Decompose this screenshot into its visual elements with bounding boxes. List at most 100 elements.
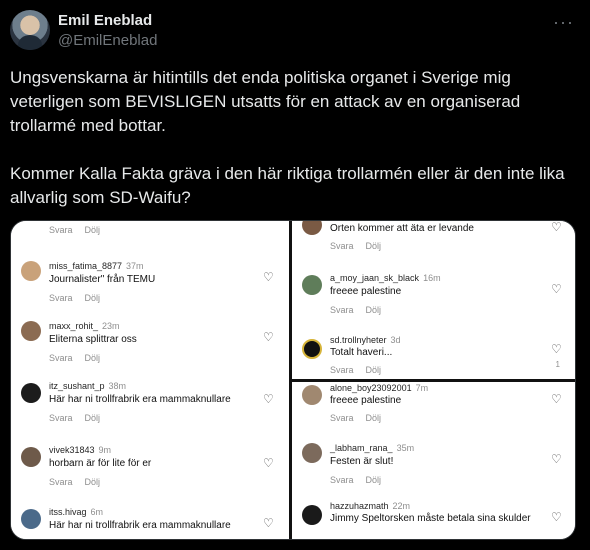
comment-username: alone_boy23092001 — [330, 383, 412, 393]
comment: maxx_rohit_ 23m Eliterna splittrar oss Sv… — [11, 319, 289, 371]
comment-username: miss_fatima_8877 — [49, 261, 123, 271]
comment-avatar — [302, 275, 322, 295]
comment-text: horbarn är för lite för er — [49, 458, 152, 469]
comment-username: vivek31843 — [49, 445, 95, 455]
comment-username: itss.hivag — [49, 507, 87, 517]
comment-text: Här har ni trollfrabrik era mammaknullar… — [49, 520, 231, 531]
comment-text: Jimmy Speltorsken måste betala sina skul… — [330, 513, 531, 524]
heart-icon: ♡ — [551, 282, 562, 296]
comment-avatar — [302, 443, 322, 463]
comment-actions: Svara Dölj — [49, 353, 100, 363]
comment-actions: Svara Dölj — [330, 413, 381, 423]
reply-button: Svara — [330, 365, 354, 375]
hide-button: Dölj — [84, 353, 101, 363]
comment-avatar — [21, 321, 41, 341]
reply-button: Svara — [330, 305, 354, 315]
comment-username: hazzuhazmath — [330, 501, 389, 511]
comment-actions: Svara Dölj — [330, 241, 381, 251]
reply-button: Svara — [49, 353, 73, 363]
hide-button: Dölj — [365, 475, 382, 485]
tweet-paragraph-2: Kommer Kalla Fakta gräva i den här rikti… — [10, 164, 565, 207]
author-name[interactable]: Emil Eneblad — [58, 12, 152, 29]
comment-actions: Svara Dölj — [330, 475, 381, 485]
comment-time: 23m — [102, 321, 120, 331]
comment-text: Orten kommer att äta er levande — [330, 223, 474, 234]
heart-icon: ♡ — [551, 392, 562, 406]
reply-button: Svara — [330, 475, 354, 485]
reply-button: Svara — [49, 477, 73, 487]
heart-icon: ♡ — [263, 456, 274, 470]
hide-button: Dölj — [365, 305, 382, 315]
comment-time: 37m — [126, 261, 144, 271]
comment-text: Totalt haveri... — [330, 347, 393, 358]
comment: Svara Dölj — [11, 221, 289, 239]
right-screenshot: Orten kommer att äta er levande Svara Döl… — [292, 221, 575, 539]
comment-avatar — [302, 385, 322, 405]
comment-avatar — [302, 505, 322, 525]
comment-time: 16m — [423, 273, 441, 283]
hide-button: Dölj — [84, 413, 101, 423]
comment: sd.trollnyheter 3d Totalt haveri... Svara… — [292, 335, 575, 379]
author-handle[interactable]: @EmilEneblad — [58, 32, 157, 49]
heart-icon: ♡ — [263, 392, 274, 406]
comment: miss_fatima_8877 37m Journalister" från T… — [11, 259, 289, 311]
comment-text: Eliterna splittrar oss — [49, 334, 137, 345]
comment-text: Journalister" från TEMU — [49, 274, 156, 285]
comment-username: _labham_rana_ — [330, 443, 393, 453]
comment-actions: Svara Dölj — [330, 305, 381, 315]
comment-text: Festen är slut! — [330, 456, 394, 467]
comment-time: 9m — [98, 445, 112, 455]
author-avatar[interactable] — [10, 10, 50, 50]
comment: vivek31843 9m horbarn är för lite för er … — [11, 443, 289, 495]
tweet-text: Ungsvenskarna är hitintills det enda pol… — [10, 66, 582, 210]
heart-icon: ♡ — [551, 510, 562, 524]
reply-button: Svara — [49, 293, 73, 303]
comment-actions: Svara Dölj — [330, 365, 381, 375]
reply-button: Svara — [49, 225, 73, 235]
comment-actions: Svara Dölj — [49, 225, 100, 235]
more-options-icon[interactable]: ··· — [553, 12, 574, 33]
comment-actions: Svara Dölj — [49, 477, 100, 487]
comment-username: maxx_rohit_ — [49, 321, 99, 331]
comment: Orten kommer att äta er levande Svara Döl… — [292, 221, 575, 255]
comment-avatar — [21, 509, 41, 529]
left-screenshot: Svara Dölj miss_fatima_8877 37m Journalist… — [11, 221, 289, 539]
comment: hazzuhazmath 22m Jimmy Speltorsken måste … — [292, 501, 575, 539]
comment-time: 38m — [108, 381, 127, 391]
heart-icon: ♡ — [263, 330, 274, 344]
comment-text: freeee palestine — [330, 395, 402, 406]
hide-button: Dölj — [365, 365, 382, 375]
hide-button: Dölj — [84, 293, 101, 303]
comment-time: 3d — [390, 335, 401, 345]
comment-avatar — [21, 383, 41, 403]
comment-avatar — [21, 447, 41, 467]
comment-username: a_moy_jaan_sk_black — [330, 273, 420, 283]
heart-icon: ♡ — [551, 342, 562, 356]
hide-button: Dölj — [365, 413, 382, 423]
heart-icon: ♡ — [263, 516, 274, 530]
comment-avatar — [302, 339, 322, 359]
heart-icon: ♡ — [263, 270, 274, 284]
tweet-media-image[interactable]: Svara Dölj miss_fatima_8877 37m Journalist… — [10, 220, 576, 540]
reply-button: Svara — [49, 413, 73, 423]
heart-icon: ♡ — [551, 452, 562, 466]
heart-icon: ♡ — [551, 221, 562, 234]
tweet-paragraph-1: Ungsvenskarna är hitintills det enda pol… — [10, 68, 521, 135]
reply-button: Svara — [330, 413, 354, 423]
hide-button: Dölj — [84, 477, 101, 487]
section-divider — [292, 379, 575, 382]
reply-button: Svara — [330, 241, 354, 251]
comment-actions: Svara Dölj — [49, 413, 100, 423]
comment-time: 35m — [396, 443, 415, 453]
comment-text: freeee palestine — [330, 286, 402, 297]
comment-avatar — [21, 261, 41, 281]
like-count: 1 — [555, 360, 560, 369]
comment: alone_boy23092001 7m freeee palestine Sva… — [292, 383, 575, 435]
hide-button: Dölj — [365, 241, 382, 251]
comment-text: Här har ni trollfrabrik era mammaknullar… — [49, 394, 231, 405]
comment: itss.hivag 6m Här har ni trollfrabrik era… — [11, 505, 289, 539]
comment: a_moy_jaan_sk_black 16m freeee palestine … — [292, 271, 575, 323]
comment-username: itz_sushant_p — [49, 381, 105, 391]
comment-username: sd.trollnyheter — [330, 335, 387, 345]
comment: itz_sushant_p 38m Här har ni trollfrabrik… — [11, 379, 289, 431]
